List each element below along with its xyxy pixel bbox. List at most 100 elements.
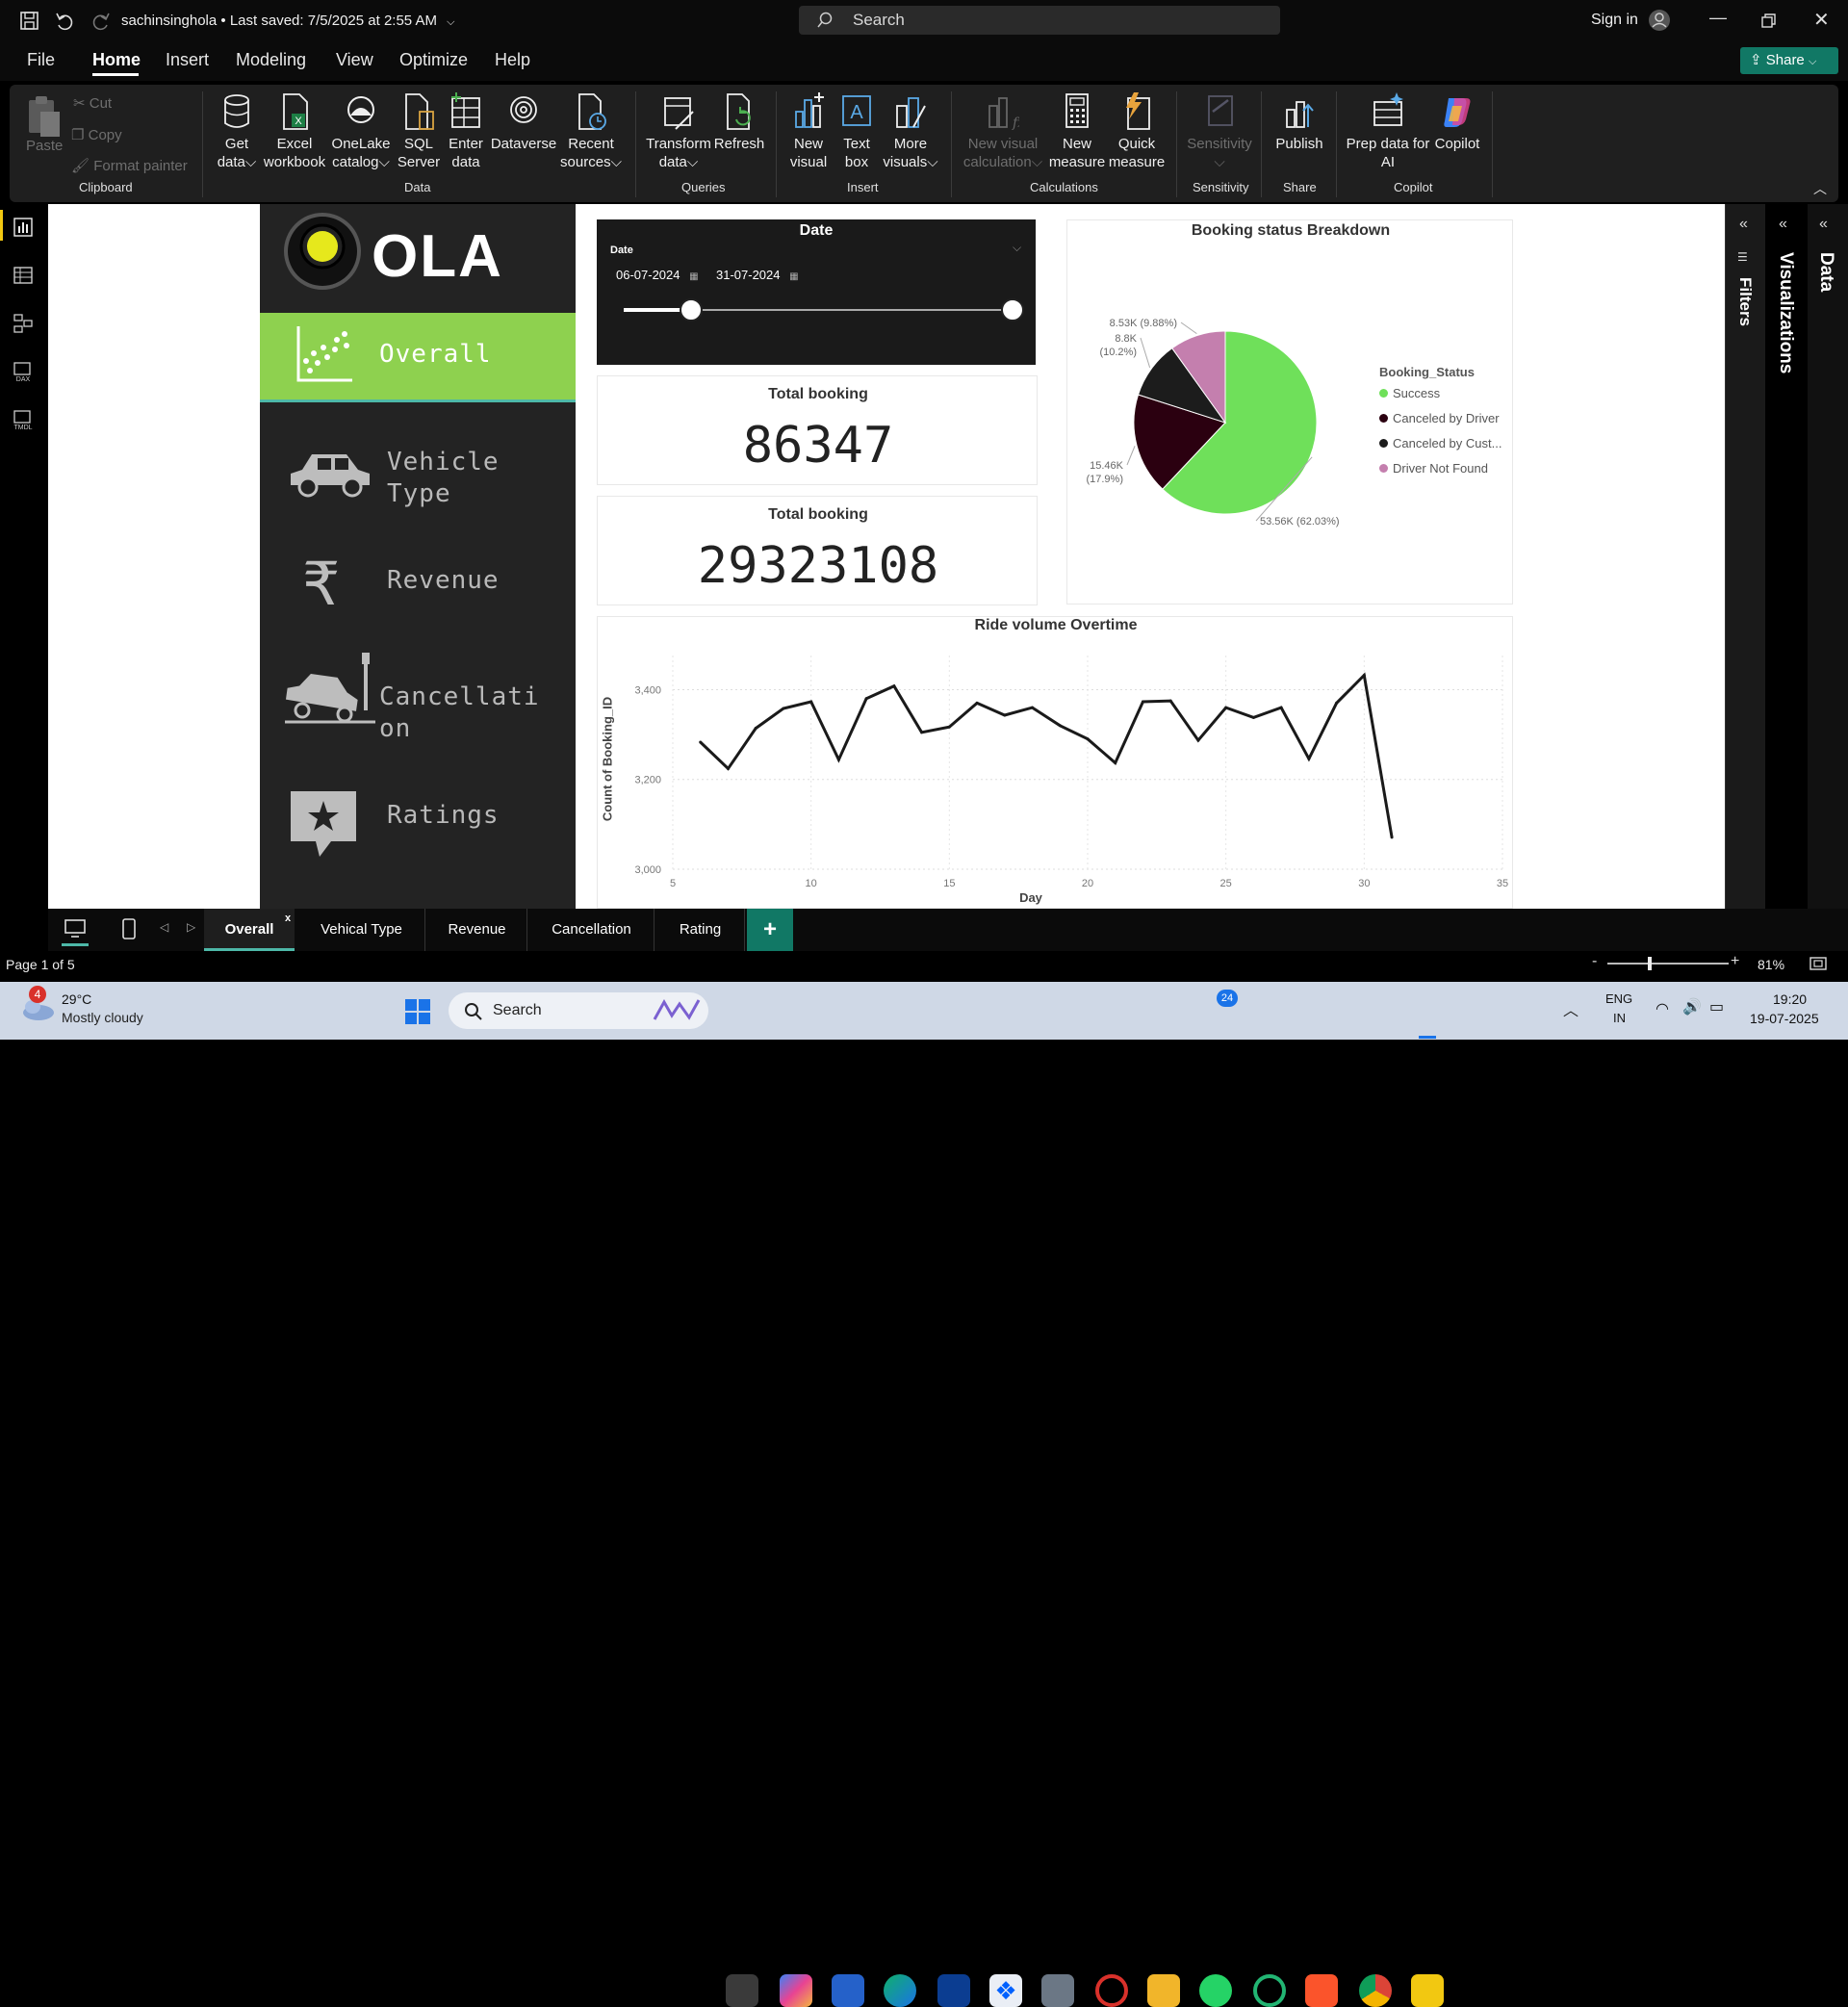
new-visual-calculation-button[interactable]: fx New visualcalculation⌵ bbox=[959, 92, 1047, 171]
battery-icon[interactable]: ▭ bbox=[1709, 997, 1724, 1016]
previous-page-icon[interactable]: ◁ bbox=[160, 920, 168, 934]
collapse-ribbon-icon[interactable]: ︿ bbox=[1813, 179, 1827, 198]
publish-button[interactable]: Publish bbox=[1269, 92, 1330, 153]
dax-query-view-icon[interactable]: DAX bbox=[12, 362, 35, 383]
language-indicator[interactable]: ENG bbox=[1605, 991, 1632, 1006]
legend-item[interactable]: Driver Not Found bbox=[1379, 461, 1502, 486]
ride-volume-line-card[interactable]: Ride volume Overtime 3,000 3,200 3,400 5 10 1… bbox=[597, 616, 1513, 909]
add-page-button[interactable]: + bbox=[747, 909, 793, 951]
legend-item[interactable]: Canceled by Cust... bbox=[1379, 436, 1502, 461]
data-pane-collapsed[interactable]: « Data bbox=[1808, 204, 1848, 909]
menu-help[interactable]: Help bbox=[495, 50, 530, 70]
nav-ratings-button[interactable]: Ratings bbox=[260, 782, 576, 868]
slider-start-handle[interactable] bbox=[680, 298, 703, 322]
refresh-button[interactable]: Refresh bbox=[710, 92, 768, 153]
sensitivity-button[interactable]: Sensitivity ⌵ bbox=[1184, 92, 1255, 171]
menu-file[interactable]: File bbox=[27, 50, 55, 70]
tray-overflow-icon[interactable]: ︿ bbox=[1563, 997, 1578, 1020]
legend-item[interactable]: Success bbox=[1379, 386, 1502, 411]
wifi-icon[interactable]: ◠ bbox=[1656, 999, 1669, 1018]
paste-button[interactable]: Paste bbox=[26, 138, 63, 154]
volume-icon[interactable]: 🔊 bbox=[1682, 997, 1702, 1016]
copilot-taskbar-icon[interactable] bbox=[780, 1974, 812, 2007]
menu-home[interactable]: Home bbox=[92, 50, 141, 70]
zoom-out-icon[interactable]: - bbox=[1592, 953, 1597, 970]
share-button[interactable]: ⇪ Share ⌵ bbox=[1740, 47, 1838, 74]
redo-icon[interactable] bbox=[90, 11, 112, 32]
onelake-catalog-button[interactable]: OneLake catalog⌵ bbox=[331, 92, 391, 171]
close-tab-icon[interactable]: x bbox=[285, 897, 291, 939]
taskbar-search[interactable]: Search bbox=[449, 992, 708, 1029]
date-slicer[interactable]: Date Date ⌵ 06-07-2024 ▦ 31-07-2024 ▦ bbox=[597, 219, 1036, 365]
slider-end-handle[interactable] bbox=[1001, 298, 1024, 322]
nav-revenue-button[interactable]: ₹ Revenue bbox=[260, 549, 576, 626]
app-icon[interactable] bbox=[1041, 1974, 1074, 2007]
filters-pane-collapsed[interactable]: « ☰ Filters bbox=[1725, 204, 1765, 909]
restore-icon[interactable] bbox=[1761, 13, 1777, 29]
menu-insert[interactable]: Insert bbox=[166, 50, 209, 70]
tab-vehical-type[interactable]: Vehical Type bbox=[298, 909, 425, 951]
nav-vehicle-type-button[interactable]: Vehicle Type bbox=[260, 429, 576, 526]
transform-data-button[interactable]: Transform data⌵ bbox=[643, 92, 714, 171]
new-measure-button[interactable]: New measure bbox=[1047, 92, 1107, 171]
text-box-button[interactable]: A Text box bbox=[834, 92, 880, 171]
sql-server-button[interactable]: SQL Server bbox=[395, 92, 443, 171]
expand-data-icon[interactable]: « bbox=[1819, 216, 1828, 233]
slicer-start-date[interactable]: 06-07-2024 ▦ bbox=[616, 268, 699, 282]
tmdl-view-icon[interactable]: TMDL bbox=[12, 410, 37, 431]
desktop-layout-icon[interactable] bbox=[64, 918, 87, 939]
menu-modeling[interactable]: Modeling bbox=[236, 50, 306, 70]
model-view-icon[interactable] bbox=[13, 314, 33, 333]
visual-studio-code-icon[interactable] bbox=[937, 1974, 970, 2007]
quick-measure-button[interactable]: Quick measure bbox=[1107, 92, 1167, 171]
undo-icon[interactable] bbox=[54, 11, 75, 32]
report-view-icon[interactable] bbox=[13, 218, 33, 237]
new-visual-button[interactable]: New visual bbox=[783, 92, 834, 171]
tab-overall[interactable]: Overall x bbox=[204, 909, 295, 951]
search-box[interactable]: Search bbox=[799, 6, 1280, 35]
clock-time[interactable]: 19:20 bbox=[1773, 991, 1807, 1007]
windows-start-icon[interactable] bbox=[404, 998, 431, 1025]
opera-browser-icon[interactable] bbox=[1095, 1974, 1128, 2007]
document-title[interactable]: sachinsinghola • Last saved: 7/5/2025 at… bbox=[121, 13, 455, 29]
save-icon[interactable] bbox=[19, 11, 40, 32]
brave-browser-icon[interactable] bbox=[1305, 1974, 1338, 2007]
slicer-end-date[interactable]: 31-07-2024 ▦ bbox=[716, 268, 799, 282]
legend-item[interactable]: Canceled by Driver bbox=[1379, 411, 1502, 436]
prep-data-for-ai-button[interactable]: Prep data for AI bbox=[1342, 92, 1434, 171]
expand-filters-icon[interactable]: « bbox=[1739, 216, 1748, 233]
account-icon[interactable] bbox=[1648, 9, 1671, 32]
excel-workbook-button[interactable]: X Excel workbook bbox=[262, 92, 327, 171]
clock-date[interactable]: 19-07-2025 bbox=[1750, 1011, 1819, 1026]
format-painter-button[interactable]: 🖌 Format painter bbox=[71, 157, 188, 174]
zoom-slider-thumb[interactable] bbox=[1648, 957, 1652, 970]
fit-to-page-icon[interactable] bbox=[1810, 957, 1827, 970]
table-view-icon[interactable] bbox=[13, 266, 33, 285]
get-data-button[interactable]: Get data⌵ bbox=[210, 92, 264, 171]
dataverse-button[interactable]: Dataverse bbox=[489, 92, 558, 153]
visualizations-pane-collapsed[interactable]: « Visualizations bbox=[1765, 204, 1808, 909]
tab-rating[interactable]: Rating bbox=[656, 909, 745, 951]
close-icon[interactable]: ✕ bbox=[1813, 8, 1830, 32]
nav-overall-button[interactable]: Overall bbox=[260, 313, 576, 402]
menu-view[interactable]: View bbox=[336, 50, 373, 70]
expand-visualizations-icon[interactable]: « bbox=[1779, 216, 1787, 233]
zoom-in-icon[interactable]: + bbox=[1731, 953, 1739, 970]
menu-optimize[interactable]: Optimize bbox=[399, 50, 468, 70]
cut-button[interactable]: ✂ Cut bbox=[73, 94, 112, 112]
chevron-down-icon[interactable]: ⌵ bbox=[1013, 241, 1021, 255]
recent-sources-button[interactable]: Recent sources⌵ bbox=[560, 92, 622, 171]
more-visuals-button[interactable]: More visuals⌵ bbox=[878, 92, 943, 171]
copilot-button[interactable]: Copilot bbox=[1428, 92, 1486, 153]
booking-status-pie-card[interactable]: Booking status Breakdown 53.56K (62.03%)… bbox=[1066, 219, 1513, 605]
next-page-icon[interactable]: ▷ bbox=[187, 920, 195, 934]
nav-cancellation-button[interactable]: Cancellati on bbox=[260, 645, 576, 751]
task-view-icon[interactable] bbox=[726, 1974, 758, 2007]
whatsapp-icon[interactable] bbox=[1199, 1974, 1232, 2007]
zoom-slider[interactable] bbox=[1607, 963, 1729, 965]
dropbox-icon[interactable]: ❖ bbox=[989, 1974, 1022, 2007]
chevron-down-icon[interactable]: ⌵ bbox=[447, 16, 454, 28]
mobile-layout-icon[interactable] bbox=[121, 918, 137, 939]
refresh-app-icon[interactable] bbox=[1253, 1974, 1286, 2007]
copy-button[interactable]: ❐ Copy bbox=[71, 126, 122, 143]
